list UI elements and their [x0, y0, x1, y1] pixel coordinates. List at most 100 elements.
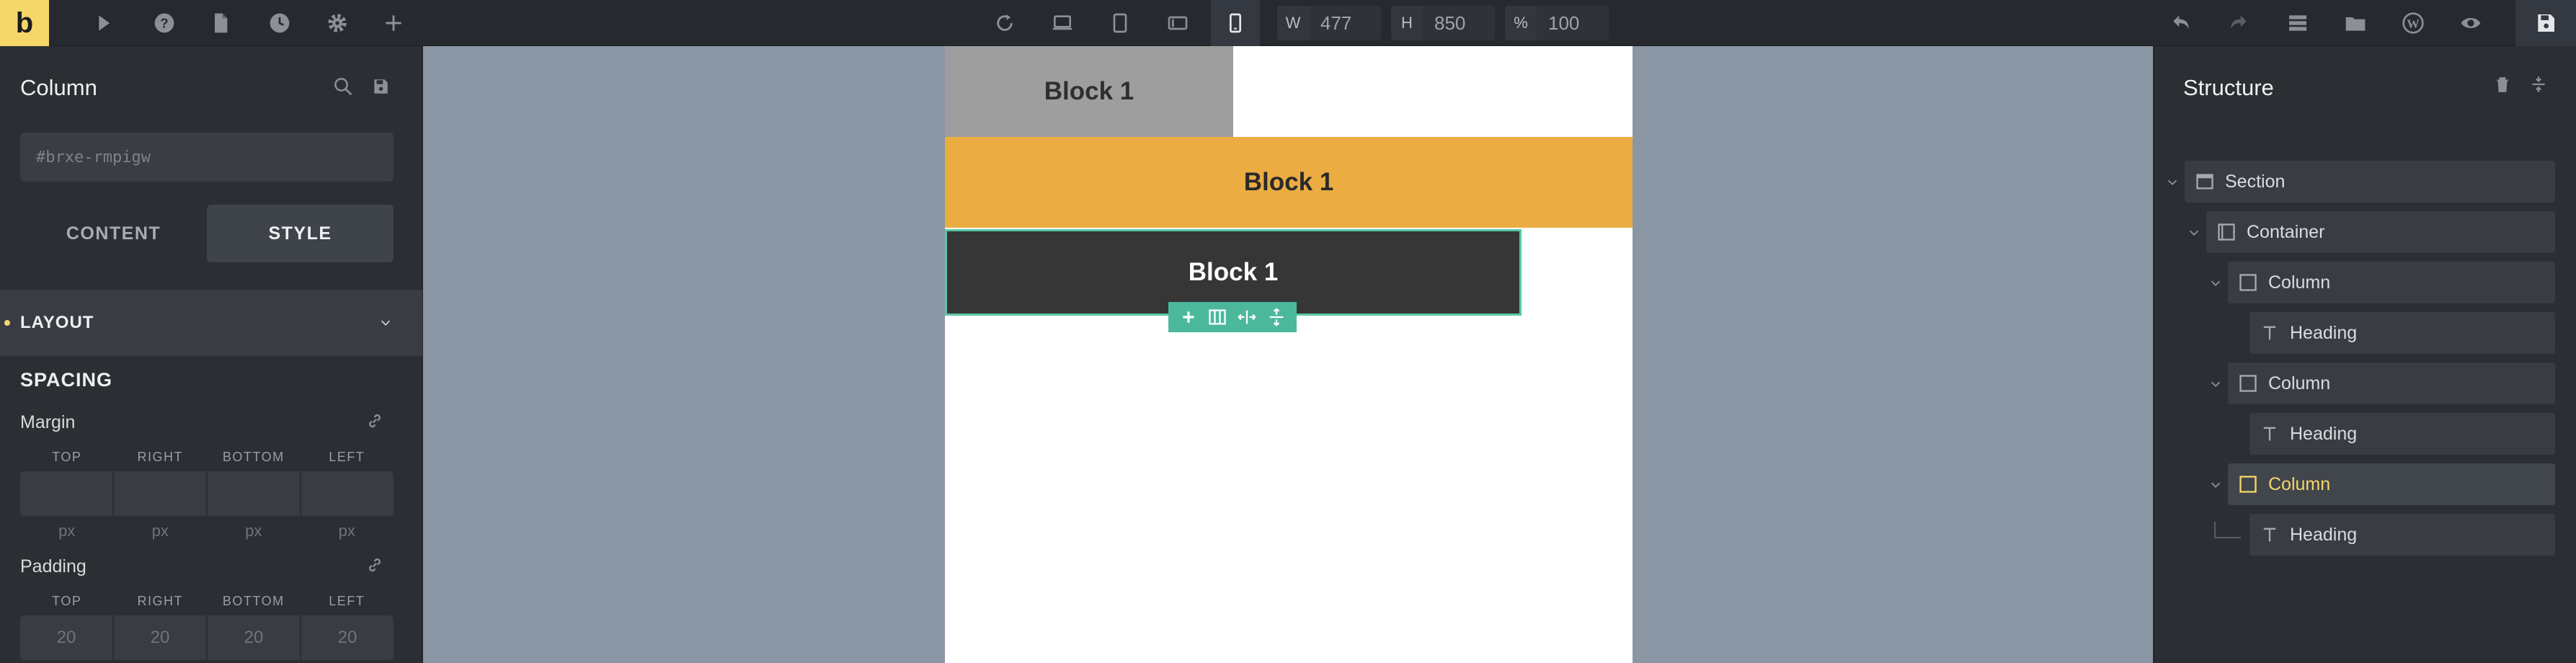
element-panel: Column #brxe-rmpigw CONTENT STYLE LAYOUT…	[0, 46, 422, 663]
chevron-down-icon[interactable]	[2164, 174, 2180, 190]
margin-top-label: TOP	[52, 450, 82, 464]
tablet-landscape-icon[interactable]	[1153, 0, 1202, 46]
redo-icon[interactable]	[2214, 0, 2263, 46]
height-label: H	[1391, 6, 1423, 40]
laptop-icon[interactable]	[1038, 0, 1087, 46]
padding-left-input[interactable]: 20	[301, 615, 394, 660]
modified-indicator-dot	[4, 320, 10, 326]
history-icon[interactable]	[255, 0, 304, 46]
padding-left-label: LEFT	[329, 594, 365, 608]
tree-connector	[2212, 522, 2241, 551]
tree-item-column-selected[interactable]: Column	[2228, 463, 2555, 505]
undo-icon[interactable]	[2157, 0, 2206, 46]
pages-icon[interactable]	[196, 0, 245, 46]
padding-bottom-input[interactable]: 20	[208, 615, 301, 660]
chevron-down-icon[interactable]	[2208, 376, 2224, 392]
columns-icon[interactable]	[1207, 307, 1227, 327]
width-input[interactable]: 477	[1309, 6, 1381, 40]
cursor-icon[interactable]	[79, 0, 128, 46]
container-icon	[2206, 222, 2247, 242]
padding-inputs: 20 20 20 20	[20, 615, 394, 660]
search-icon[interactable]	[330, 74, 356, 99]
tablet-portrait-icon[interactable]	[1096, 0, 1145, 46]
padding-top-label: TOP	[52, 594, 82, 608]
mobile-icon[interactable]	[1211, 0, 1260, 46]
margin-label: Margin	[20, 412, 76, 432]
structure-title: Structure	[2183, 75, 2274, 100]
save-icon[interactable]	[2515, 0, 2576, 46]
padding-right-input[interactable]: 20	[114, 615, 208, 660]
margin-right-input[interactable]	[114, 471, 208, 516]
width-input-group: W 477	[1277, 6, 1381, 40]
tab-content[interactable]: CONTENT	[20, 205, 207, 262]
collapse-all-icon[interactable]	[2529, 75, 2548, 94]
margin-bottom-input[interactable]	[208, 471, 301, 516]
chevron-down-icon[interactable]	[378, 315, 394, 331]
block-column-2[interactable]: Block 1	[945, 137, 1633, 228]
resize-vertical-icon[interactable]	[1266, 307, 1287, 327]
wordpress-icon[interactable]: W	[2389, 0, 2438, 46]
settings-icon[interactable]	[313, 0, 362, 46]
save-template-icon[interactable]	[368, 74, 394, 99]
padding-label: Padding	[20, 556, 86, 577]
spacing-title: SPACING	[20, 369, 113, 391]
structure-panel: Structure Section Container Column Headi…	[2154, 46, 2576, 663]
margin-top-unit: px	[58, 522, 76, 540]
margin-right-label: RIGHT	[137, 450, 183, 464]
trash-icon[interactable]	[2493, 75, 2512, 94]
resize-horizontal-icon[interactable]	[1237, 307, 1257, 327]
height-input-group: H 850	[1391, 6, 1495, 40]
tree-item-column[interactable]: Column	[2228, 362, 2555, 404]
height-input[interactable]: 850	[1423, 6, 1495, 40]
tree-item-section[interactable]: Section	[2185, 161, 2555, 203]
tree-item-container[interactable]: Container	[2206, 211, 2555, 253]
column-icon	[2228, 474, 2268, 494]
block-column-1[interactable]: Block 1	[945, 46, 1233, 137]
svg-text:?: ?	[160, 16, 168, 31]
svg-text:W: W	[2407, 17, 2420, 31]
zoom-input[interactable]: 100	[1537, 6, 1609, 40]
chevron-down-icon[interactable]	[2208, 275, 2224, 291]
tree-item-column[interactable]: Column	[2228, 262, 2555, 303]
reload-icon[interactable]	[980, 0, 1029, 46]
padding-right-label: RIGHT	[137, 594, 183, 608]
padding-bottom-label: BOTTOM	[222, 594, 285, 608]
add-icon[interactable]	[369, 0, 418, 46]
padding-top-input[interactable]: 20	[20, 615, 114, 660]
css-id-field[interactable]: #brxe-rmpigw	[20, 133, 394, 182]
tree-item-label: Section	[2225, 171, 2286, 192]
tree-item-label: Heading	[2290, 423, 2358, 444]
heading-icon	[2249, 424, 2290, 444]
column-icon	[2228, 373, 2268, 393]
tree-item-heading[interactable]: Heading	[2249, 514, 2555, 556]
help-icon[interactable]: ?	[140, 0, 189, 46]
chevron-down-icon[interactable]	[2186, 225, 2202, 241]
zoom-label: %	[1505, 6, 1537, 40]
link-icon[interactable]	[365, 555, 385, 575]
logo[interactable]: b	[0, 0, 49, 46]
margin-bottom-unit: px	[245, 522, 262, 540]
tab-style[interactable]: STYLE	[207, 205, 394, 262]
tree-item-heading[interactable]: Heading	[2249, 413, 2555, 455]
chevron-down-icon[interactable]	[2208, 477, 2224, 493]
margin-top-input[interactable]	[20, 471, 114, 516]
preview-eye-icon[interactable]	[2446, 0, 2495, 46]
zoom-input-group: % 100	[1505, 6, 1609, 40]
margin-side-labels: TOP RIGHT BOTTOM LEFT	[20, 450, 394, 465]
margin-left-label: LEFT	[329, 450, 365, 464]
structure-toggle-icon[interactable]	[2273, 0, 2322, 46]
heading-icon	[2249, 323, 2290, 343]
tree-item-heading[interactable]: Heading	[2249, 312, 2555, 354]
folder-icon[interactable]	[2331, 0, 2380, 46]
tree-item-label: Column	[2268, 272, 2331, 293]
panel-title: Column	[20, 75, 97, 100]
layout-section-header[interactable]: LAYOUT	[0, 290, 422, 356]
tree-item-label: Column	[2268, 373, 2331, 393]
top-toolbar: b ? W 477 H 850 % 100 W	[0, 0, 2576, 46]
add-element-icon[interactable]	[1179, 308, 1198, 326]
margin-left-input[interactable]	[301, 471, 394, 516]
link-icon[interactable]	[365, 411, 385, 431]
padding-side-labels: TOP RIGHT BOTTOM LEFT	[20, 594, 394, 609]
heading-icon	[2249, 525, 2290, 545]
tree-item-label: Heading	[2290, 524, 2358, 545]
